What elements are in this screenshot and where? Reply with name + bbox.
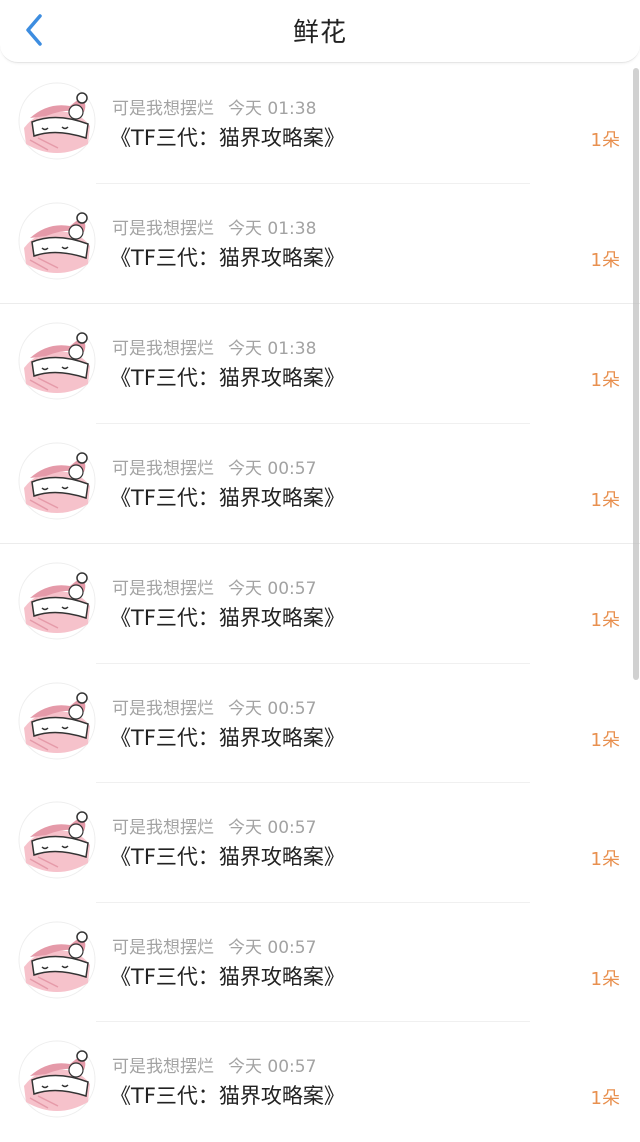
timestamp: 今天 00:57 [228, 1057, 317, 1077]
book-title: 《TF三代：猫界攻略案》 [110, 126, 345, 150]
timestamp: 今天 01:38 [228, 218, 317, 239]
flower-count: 1朵 [590, 729, 620, 751]
top-bar: 鲜花 [0, 0, 640, 63]
book-title: 《TF三代：猫界攻略案》 [110, 485, 345, 510]
username: 可是我想摆烂 [112, 218, 214, 239]
username: 可是我想摆烂 [112, 1057, 214, 1077]
meta-line: 可是我想摆烂 今天 00:57 [112, 933, 316, 958]
meta-line: 可是我想摆烂 今天 00:57 [112, 574, 316, 599]
timestamp: 今天 00:57 [228, 937, 317, 958]
cat-avatar-icon [18, 202, 96, 279]
flower-count: 1朵 [590, 849, 620, 870]
book-title: 《TF三代：猫界攻略案》 [110, 245, 345, 270]
cat-avatar-icon [18, 682, 96, 759]
list-item[interactable]: 可是我想摆烂 今天 00:57 《TF三代：猫界攻略案》 1朵 [0, 544, 640, 664]
cat-avatar-icon [18, 442, 96, 519]
timestamp: 今天 00:57 [228, 818, 317, 838]
meta-line: 可是我想摆烂 今天 00:57 [112, 1052, 316, 1077]
list-item[interactable]: 可是我想摆烂 今天 01:38 《TF三代：猫界攻略案》 1朵 [0, 184, 640, 304]
book-title: 《TF三代：猫界攻略案》 [110, 725, 345, 750]
username: 可是我想摆烂 [112, 339, 214, 359]
flower-count: 1朵 [590, 489, 620, 511]
meta-line: 可是我想摆烂 今天 01:38 [112, 94, 316, 119]
list-item[interactable]: 可是我想摆烂 今天 00:57 《TF三代：猫界攻略案》 1朵 [0, 903, 640, 1023]
cat-avatar-icon [18, 82, 96, 160]
book-title: 《TF三代：猫界攻略案》 [110, 1084, 345, 1108]
timestamp: 今天 00:57 [228, 698, 317, 719]
timestamp: 今天 01:38 [228, 99, 317, 119]
username: 可是我想摆烂 [112, 937, 214, 958]
timestamp: 今天 00:57 [228, 458, 317, 479]
page-title: 鲜花 [292, 18, 347, 48]
flower-count: 1朵 [590, 610, 620, 631]
cat-avatar-icon [18, 322, 96, 400]
meta-line: 可是我想摆烂 今天 01:38 [112, 214, 316, 239]
meta-line: 可是我想摆烂 今天 00:57 [112, 813, 316, 838]
cat-avatar-icon [18, 801, 96, 879]
list-item[interactable]: 可是我想摆烂 今天 00:57 《TF三代：猫界攻略案》 1朵 [0, 424, 640, 544]
scrollbar[interactable] [633, 68, 639, 680]
flower-count: 1朵 [590, 249, 620, 271]
flower-count: 1朵 [590, 370, 620, 391]
cat-avatar-icon [18, 921, 96, 998]
timestamp: 今天 01:38 [228, 339, 317, 359]
meta-line: 可是我想摆烂 今天 00:57 [112, 454, 316, 479]
book-title: 《TF三代：猫界攻略案》 [110, 964, 345, 989]
list-item[interactable]: 可是我想摆烂 今天 00:57 《TF三代：猫界攻略案》 1朵 [0, 1022, 640, 1142]
meta-line: 可是我想摆烂 今天 01:38 [112, 334, 316, 359]
flower-count: 1朵 [590, 1088, 620, 1109]
username: 可是我想摆烂 [112, 698, 214, 719]
username: 可是我想摆烂 [112, 99, 214, 119]
cat-avatar-icon [18, 1040, 96, 1118]
meta-line: 可是我想摆烂 今天 00:57 [112, 694, 316, 719]
cat-avatar-icon [18, 562, 96, 640]
list-item[interactable]: 可是我想摆烂 今天 00:57 《TF三代：猫界攻略案》 1朵 [0, 664, 640, 784]
flower-record-list: 可是我想摆烂 今天 01:38 《TF三代：猫界攻略案》 1朵 可是我想摆烂 今天 … [0, 64, 640, 1142]
timestamp: 今天 00:57 [228, 579, 317, 599]
username: 可是我想摆烂 [112, 818, 214, 838]
list-item[interactable]: 可是我想摆烂 今天 01:38 《TF三代：猫界攻略案》 1朵 [0, 64, 640, 184]
username: 可是我想摆烂 [112, 458, 214, 479]
username: 可是我想摆烂 [112, 579, 214, 599]
list-item[interactable]: 可是我想摆烂 今天 00:57 《TF三代：猫界攻略案》 1朵 [0, 783, 640, 903]
book-title: 《TF三代：猫界攻略案》 [110, 366, 345, 390]
flower-count: 1朵 [590, 968, 620, 990]
book-title: 《TF三代：猫界攻略案》 [110, 606, 345, 630]
list-item[interactable]: 可是我想摆烂 今天 01:38 《TF三代：猫界攻略案》 1朵 [0, 304, 640, 424]
book-title: 《TF三代：猫界攻略案》 [110, 845, 345, 869]
flower-count: 1朵 [590, 130, 620, 151]
